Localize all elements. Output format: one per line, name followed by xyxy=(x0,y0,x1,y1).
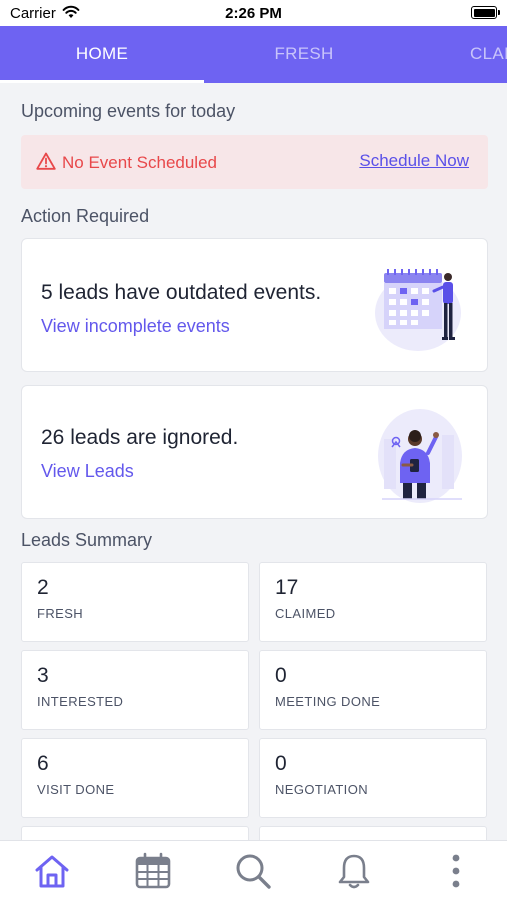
clock-time: 2:26 PM xyxy=(225,5,282,22)
tile-count: 6 xyxy=(37,752,49,775)
summary-tile-visit-done[interactable]: 6 VISIT DONE xyxy=(21,738,249,818)
more-icon[interactable] xyxy=(436,851,476,891)
alert-message: No Event Scheduled xyxy=(62,153,217,172)
summary-tile-partial[interactable] xyxy=(259,826,487,840)
tile-label: INTERESTED xyxy=(37,694,124,709)
bell-icon[interactable] xyxy=(334,851,374,891)
tile-count: 3 xyxy=(37,664,49,687)
tile-label: NEGOTIATION xyxy=(275,782,368,797)
warning-icon xyxy=(36,152,56,170)
tile-label: CLAIMED xyxy=(275,606,336,621)
summary-tile-interested[interactable]: 3 INTERESTED xyxy=(21,650,249,730)
tile-label: VISIT DONE xyxy=(37,782,115,797)
ignored-leads-card[interactable]: 26 leads are ignored. View Leads xyxy=(21,385,488,519)
tab-claimed[interactable]: CLAI xyxy=(470,26,507,83)
home-content[interactable]: Upcoming events for today No Event Sched… xyxy=(0,83,507,840)
tile-count: 0 xyxy=(275,752,287,775)
summary-tile-partial[interactable] xyxy=(21,826,249,840)
tile-label: MEETING DONE xyxy=(275,694,381,709)
summary-tile-meeting-done[interactable]: 0 MEETING DONE xyxy=(259,650,487,730)
view-leads-link[interactable]: View Leads xyxy=(41,461,134,482)
summary-tile-fresh[interactable]: 2 FRESH xyxy=(21,562,249,642)
person-phone-illustration xyxy=(378,409,462,503)
battery-icon xyxy=(471,6,500,19)
calendar-icon[interactable] xyxy=(133,851,173,891)
tile-count: 17 xyxy=(275,576,299,599)
search-icon[interactable] xyxy=(233,851,273,891)
tile-label: FRESH xyxy=(37,606,84,621)
tile-count: 0 xyxy=(275,664,287,687)
top-tab-bar: HOME FRESH CLAI xyxy=(0,26,507,83)
calendar-person-illustration xyxy=(375,269,461,351)
schedule-now-link[interactable]: Schedule Now xyxy=(359,151,469,171)
upcoming-events-heading: Upcoming events for today xyxy=(21,101,236,121)
ignored-leads-title: 26 leads are ignored. xyxy=(41,426,239,449)
home-icon[interactable] xyxy=(32,851,72,891)
action-required-heading: Action Required xyxy=(21,206,150,226)
leads-summary-heading: Leads Summary xyxy=(21,530,153,550)
summary-tile-claimed[interactable]: 17 CLAIMED xyxy=(259,562,487,642)
bottom-navigation xyxy=(0,840,507,900)
outdated-events-card[interactable]: 5 leads have outdated events. View incom… xyxy=(21,238,488,372)
outdated-events-title: 5 leads have outdated events. xyxy=(41,281,322,304)
tab-home[interactable]: HOME xyxy=(0,26,204,83)
status-bar: Carrier 2:26 PM xyxy=(0,0,507,26)
no-event-alert: No Event Scheduled Schedule Now xyxy=(21,135,488,189)
tab-fresh[interactable]: FRESH xyxy=(204,26,404,83)
view-incomplete-events-link[interactable]: View incomplete events xyxy=(41,316,230,337)
tile-count: 2 xyxy=(37,576,49,599)
summary-tile-negotiation[interactable]: 0 NEGOTIATION xyxy=(259,738,487,818)
